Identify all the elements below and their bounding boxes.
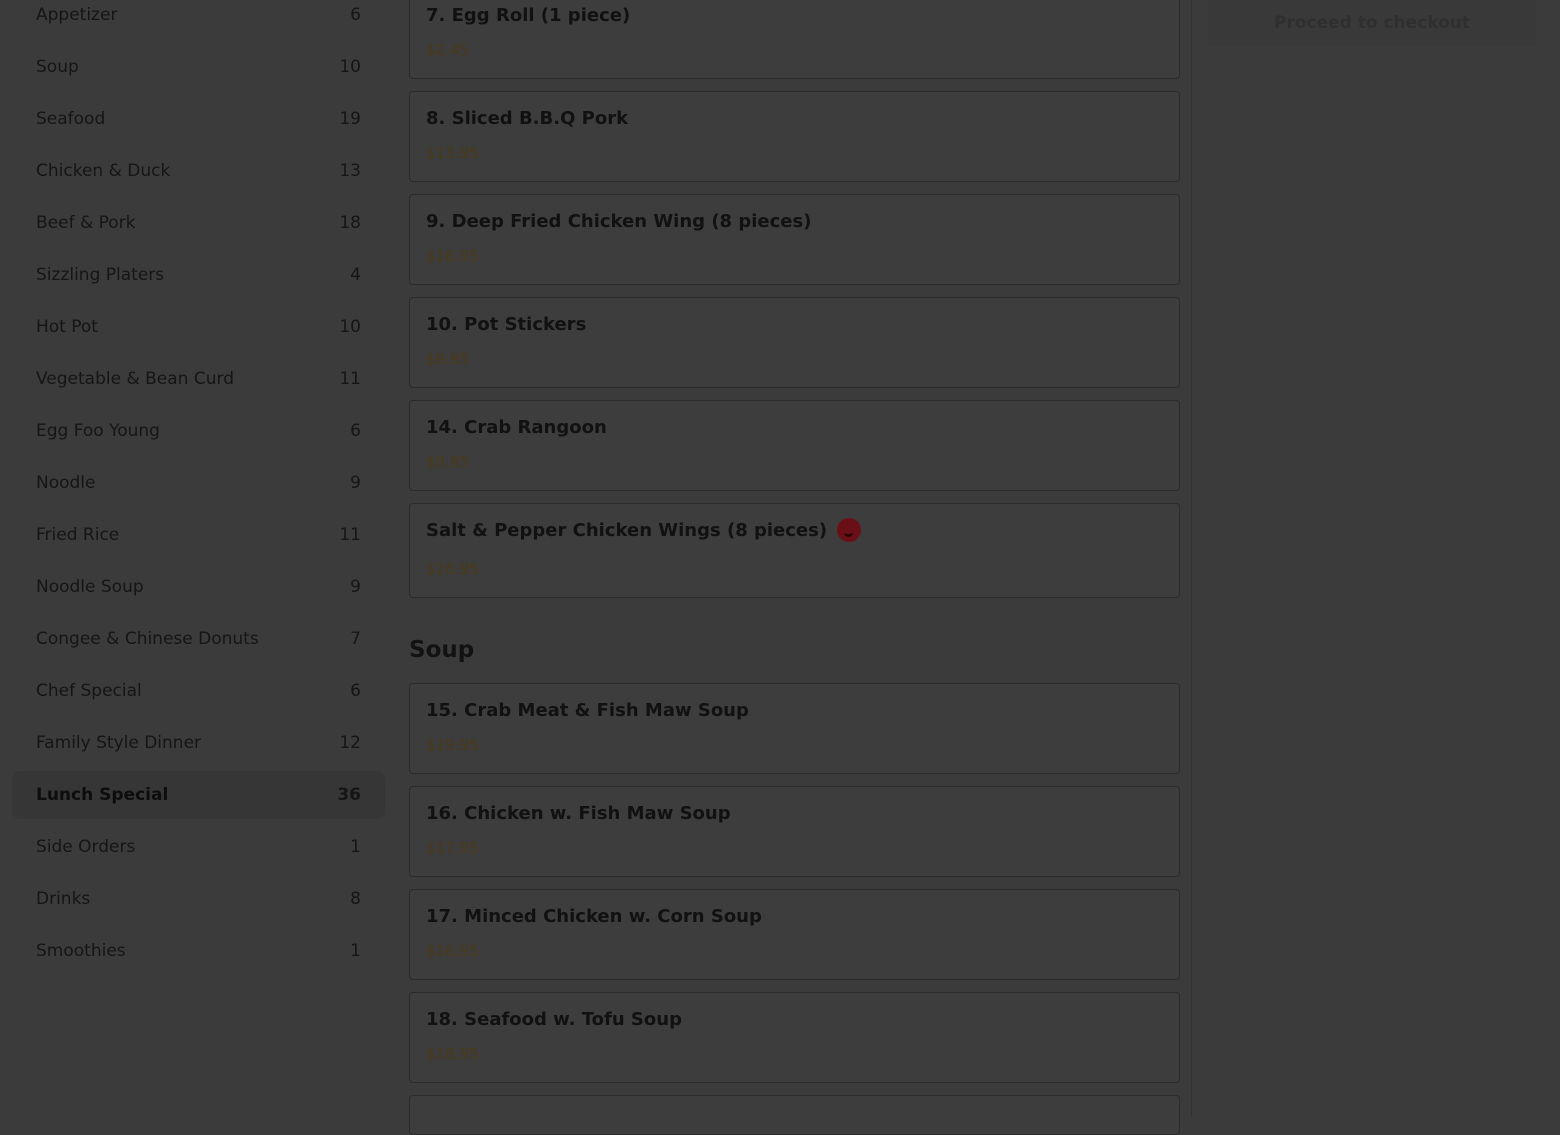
category-label: Lunch Special xyxy=(36,785,169,805)
menu-item-name-row: Salt & Pepper Chicken Wings (8 pieces) xyxy=(426,518,862,542)
category-count: 11 xyxy=(339,525,361,545)
spicy-pepper-icon xyxy=(837,518,862,542)
category-label: Hot Pot xyxy=(36,317,98,337)
category-label: Side Orders xyxy=(36,837,136,857)
category-item-sizzling-platers[interactable]: Sizzling Platers 4 xyxy=(12,251,385,299)
menu-item-name: 18. Seafood w. Tofu Soup xyxy=(426,1009,682,1030)
menu-item-card[interactable]: 17. Minced Chicken w. Corn Soup $16.95 xyxy=(409,889,1180,980)
category-count: 1 xyxy=(350,837,361,857)
category-label: Congee & Chinese Donuts xyxy=(36,629,259,649)
proceed-to-checkout-button[interactable]: Proceed to checkout xyxy=(1208,0,1536,46)
menu-item-name: Salt & Pepper Chicken Wings (8 pieces) xyxy=(426,519,828,541)
category-count: 19 xyxy=(339,109,361,129)
category-label: Chicken & Duck xyxy=(36,161,171,181)
menu-item-name: 10. Pot Stickers xyxy=(426,314,587,335)
category-item-chef-special[interactable]: Chef Special 6 xyxy=(12,667,385,715)
menu-item-card[interactable]: 8. Sliced B.B.Q Pork $13.95 xyxy=(409,91,1180,182)
category-item-family-style-dinner[interactable]: Family Style Dinner 12 xyxy=(12,719,385,767)
category-count: 11 xyxy=(339,369,361,389)
category-count: 7 xyxy=(350,629,361,649)
category-count: 18 xyxy=(339,213,361,233)
menu-item-price: $13.95 xyxy=(426,144,479,162)
category-item-hot-pot[interactable]: Hot Pot 10 xyxy=(12,303,385,351)
menu-item-price: $9.95 xyxy=(426,453,469,471)
category-label: Seafood xyxy=(36,109,106,129)
menu-item-name: 14. Crab Rangoon xyxy=(426,417,607,438)
category-count: 9 xyxy=(350,577,361,597)
menu-item-name: 8. Sliced B.B.Q Pork xyxy=(426,108,629,129)
category-item-drinks[interactable]: Drinks 8 xyxy=(12,875,385,923)
menu-item-card[interactable]: 9. Deep Fried Chicken Wing (8 pieces) $1… xyxy=(409,194,1180,285)
category-label: Vegetable & Bean Curd xyxy=(36,369,234,389)
menu-item-price: $2.45 xyxy=(426,41,469,59)
category-count: 8 xyxy=(350,889,361,909)
category-label: Smoothies xyxy=(36,941,126,961)
category-item-noodle-soup[interactable]: Noodle Soup 9 xyxy=(12,563,385,611)
category-item-fried-rice[interactable]: Fried Rice 11 xyxy=(12,511,385,559)
category-label: Sizzling Platers xyxy=(36,265,165,285)
category-label: Egg Foo Young xyxy=(36,421,160,441)
menu-item-name: 16. Chicken w. Fish Maw Soup xyxy=(426,803,731,824)
category-item-lunch-special[interactable]: Lunch Special 36 xyxy=(12,771,385,819)
category-label: Family Style Dinner xyxy=(36,733,202,753)
menu-item-card[interactable]: 14. Crab Rangoon $9.95 xyxy=(409,400,1180,491)
category-label: Chef Special xyxy=(36,681,142,701)
menu-item-price: $9.95 xyxy=(426,350,469,368)
category-count: 10 xyxy=(339,57,361,77)
category-item-beef-pork[interactable]: Beef & Pork 18 xyxy=(12,199,385,247)
menu-item-price: $19.95 xyxy=(426,736,479,754)
category-item-side-orders[interactable]: Side Orders 1 xyxy=(12,823,385,871)
category-item-noodle[interactable]: Noodle 9 xyxy=(12,459,385,507)
cart-panel: Proceed to checkout xyxy=(1192,0,1560,1117)
category-count: 6 xyxy=(350,5,361,25)
menu-item-card[interactable]: 7. Egg Roll (1 piece) $2.45 xyxy=(409,0,1180,79)
menu-item-name: 15. Crab Meat & Fish Maw Soup xyxy=(426,700,749,721)
category-count: 12 xyxy=(339,733,361,753)
category-item-soup[interactable]: Soup 10 xyxy=(12,43,385,91)
menu-item-name: 17. Minced Chicken w. Corn Soup xyxy=(426,906,762,927)
menu-item-price: $16.95 xyxy=(426,560,479,578)
menu-item-price: $18.95 xyxy=(426,1045,479,1063)
category-label: Soup xyxy=(36,57,79,77)
category-count: 13 xyxy=(339,161,361,181)
menu-item-card[interactable]: Salt & Pepper Chicken Wings (8 pieces) $… xyxy=(409,503,1180,598)
category-item-seafood[interactable]: Seafood 19 xyxy=(12,95,385,143)
category-item-congee-chinese-donuts[interactable]: Congee & Chinese Donuts 7 xyxy=(12,615,385,663)
menu-item-price: $16.95 xyxy=(426,247,479,265)
category-count: 10 xyxy=(339,317,361,337)
category-label: Beef & Pork xyxy=(36,213,136,233)
category-item-appetizer[interactable]: Appetizer 6 xyxy=(12,0,385,39)
category-count: 6 xyxy=(350,421,361,441)
menu-items-list: 7. Egg Roll (1 piece) $2.45 8. Sliced B.… xyxy=(397,0,1192,1135)
category-label: Appetizer xyxy=(36,5,118,25)
category-count: 36 xyxy=(337,785,361,805)
category-label: Fried Rice xyxy=(36,525,120,545)
section-heading-soup: Soup xyxy=(409,637,475,663)
menu-item-card[interactable]: 10. Pot Stickers $9.95 xyxy=(409,297,1180,388)
category-sidebar: Appetizer 6 Soup 10 Seafood 19 Chicken &… xyxy=(0,0,397,1117)
category-count: 1 xyxy=(350,941,361,961)
category-label: Noodle xyxy=(36,473,96,493)
menu-item-card[interactable]: 16. Chicken w. Fish Maw Soup $17.95 xyxy=(409,786,1180,877)
category-item-egg-foo-young[interactable]: Egg Foo Young 6 xyxy=(12,407,385,455)
category-count: 9 xyxy=(350,473,361,493)
category-item-smoothies[interactable]: Smoothies 1 xyxy=(12,927,385,975)
menu-item-card-partial[interactable] xyxy=(409,1095,1180,1135)
category-item-vegetable-bean-curd[interactable]: Vegetable & Bean Curd 11 xyxy=(12,355,385,403)
category-item-chicken-duck[interactable]: Chicken & Duck 13 xyxy=(12,147,385,195)
category-label: Drinks xyxy=(36,889,91,909)
menu-item-name: 7. Egg Roll (1 piece) xyxy=(426,5,631,26)
menu-item-price: $16.95 xyxy=(426,942,479,960)
menu-item-price: $17.95 xyxy=(426,839,479,857)
category-count: 4 xyxy=(350,265,361,285)
category-count: 6 xyxy=(350,681,361,701)
menu-item-name: 9. Deep Fried Chicken Wing (8 pieces) xyxy=(426,211,812,232)
menu-item-card[interactable]: 15. Crab Meat & Fish Maw Soup $19.95 xyxy=(409,683,1180,774)
menu-item-card[interactable]: 18. Seafood w. Tofu Soup $18.95 xyxy=(409,992,1180,1083)
category-label: Noodle Soup xyxy=(36,577,144,597)
